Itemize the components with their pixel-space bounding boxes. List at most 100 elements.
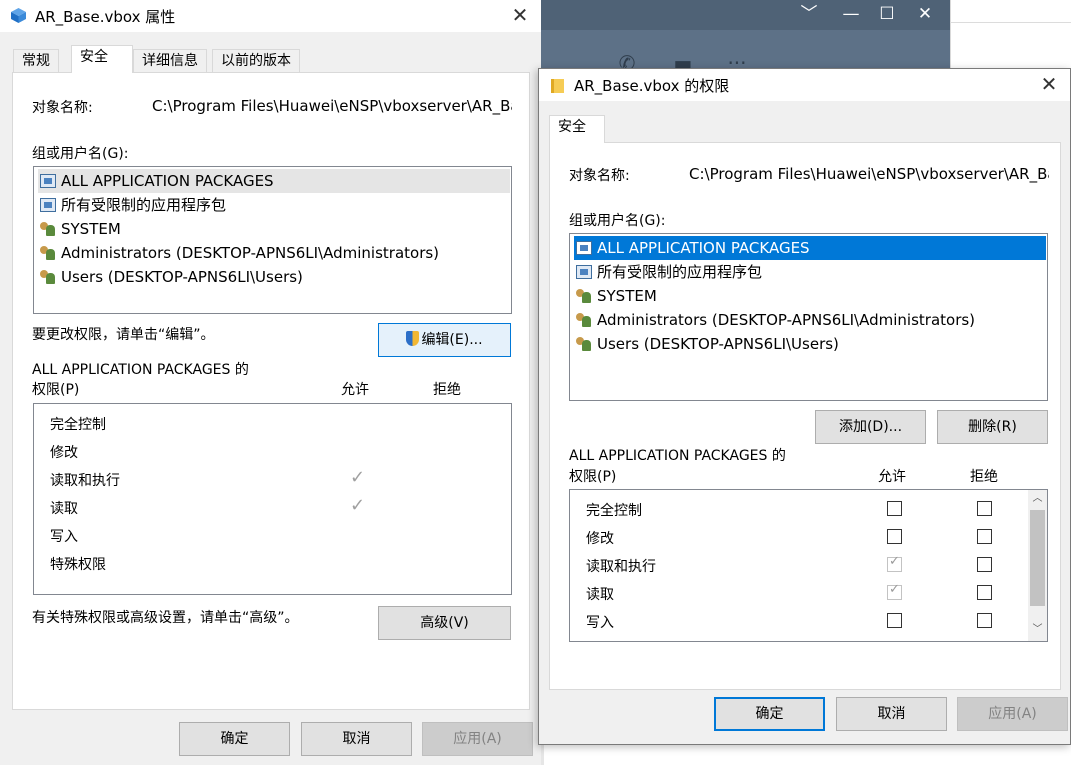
ok-button[interactable]: 确定 <box>179 722 290 756</box>
background-divider <box>950 22 1071 23</box>
permissions-titlebar: AR_Base.vbox 的权限 ✕ <box>539 69 1070 101</box>
list-item[interactable]: Administrators (DESKTOP-APNS6LI\Administ… <box>574 308 1046 332</box>
list-item-label: 所有受限制的应用程序包 <box>597 263 763 281</box>
edit-button-label: 编辑(E)... <box>421 332 483 348</box>
list-item[interactable]: 所有受限制的应用程序包 <box>38 193 510 217</box>
list-item[interactable]: Users (DESKTOP-APNS6LI\Users) <box>574 332 1046 356</box>
list-item-label: Administrators (DESKTOP-APNS6LI\Administ… <box>61 244 440 262</box>
list-item-label: Administrators (DESKTOP-APNS6LI\Administ… <box>597 311 976 329</box>
apply-button[interactable]: 应用(A) <box>957 697 1068 731</box>
tab-previous-versions[interactable]: 以前的版本 <box>212 49 300 73</box>
user-group-icon <box>576 313 592 327</box>
uac-shield-icon <box>406 331 420 346</box>
edit-hint: 要更改权限，请单击“编辑”。 <box>32 327 215 343</box>
list-item-label: SYSTEM <box>61 220 121 238</box>
close-icon[interactable]: ✕ <box>507 2 533 28</box>
permission-name: 写入 <box>50 529 78 545</box>
permission-name: 读取和执行 <box>586 559 656 575</box>
permission-name: 特殊权限 <box>50 557 106 573</box>
close-icon[interactable]: ✕ <box>1036 71 1062 97</box>
package-icon <box>576 265 592 279</box>
object-name-label: 对象名称: <box>32 100 93 116</box>
list-item[interactable]: 所有受限制的应用程序包 <box>574 260 1046 284</box>
list-item[interactable]: SYSTEM <box>38 217 510 241</box>
permissions-window-title: AR_Base.vbox 的权限 <box>574 77 730 95</box>
list-item[interactable]: ALL APPLICATION PACKAGES <box>38 169 510 193</box>
user-group-icon <box>40 222 56 236</box>
allow-header: 允许 <box>878 469 906 485</box>
package-icon <box>40 174 56 188</box>
apply-button[interactable]: 应用(A) <box>422 722 533 756</box>
list-item-selected[interactable]: ALL APPLICATION PACKAGES <box>574 236 1046 260</box>
object-path: C:\Program Files\Huawei\eNSP\vboxserver\… <box>689 165 1049 183</box>
user-group-icon <box>576 337 592 351</box>
permission-list: 完全控制 修改 读取和执行 ✓ 读取 ✓ 写入 特殊权限 <box>33 403 512 595</box>
object-path: C:\Program Files\Huawei\eNSP\vboxserver\… <box>152 97 512 115</box>
deny-checkbox[interactable] <box>977 501 992 516</box>
list-item-label: ALL APPLICATION PACKAGES <box>61 172 274 190</box>
deny-checkbox[interactable] <box>977 613 992 628</box>
permission-name: 写入 <box>586 615 614 631</box>
deny-checkbox[interactable] <box>977 585 992 600</box>
permission-name: 完全控制 <box>50 417 106 433</box>
edit-button[interactable]: 编辑(E)... <box>378 323 511 357</box>
properties-window: AR_Base.vbox 属性 ✕ 常规 安全 详细信息 以前的版本 对象名称:… <box>0 0 541 765</box>
permission-name: 完全控制 <box>586 503 642 519</box>
chevron-down-icon[interactable]: ﹀ <box>790 0 828 30</box>
deny-checkbox[interactable] <box>977 557 992 572</box>
scrollbar-thumb[interactable] <box>1030 510 1045 606</box>
allow-checkbox-checked[interactable] <box>887 582 902 600</box>
list-item-label: 所有受限制的应用程序包 <box>61 196 227 214</box>
list-item-label: Users (DESKTOP-APNS6LI\Users) <box>597 335 839 353</box>
tab-details[interactable]: 详细信息 <box>133 49 207 73</box>
folder-icon <box>551 79 564 93</box>
package-icon <box>576 241 592 255</box>
permission-name: 读取 <box>50 501 78 517</box>
permissions-title: ALL APPLICATION PACKAGES 的 <box>569 448 786 464</box>
allow-checkbox[interactable] <box>887 501 902 516</box>
list-item[interactable]: SYSTEM <box>574 284 1046 308</box>
list-item-label: Users (DESKTOP-APNS6LI\Users) <box>61 268 303 286</box>
scroll-down-icon[interactable]: ﹀ <box>1028 621 1047 639</box>
list-item[interactable]: Administrators (DESKTOP-APNS6LI\Administ… <box>38 241 510 265</box>
scroll-up-icon[interactable]: ︿ <box>1028 490 1047 508</box>
vertical-scrollbar[interactable]: ︿ ﹀ <box>1028 490 1047 641</box>
deny-checkbox[interactable] <box>977 529 992 544</box>
group-list[interactable]: ALL APPLICATION PACKAGES 所有受限制的应用程序包 SYS… <box>569 233 1048 401</box>
background-app-titlebar: ﹀ — ☐ ✕ <box>540 0 950 30</box>
deny-header: 拒绝 <box>433 382 461 398</box>
tab-security[interactable]: 安全 <box>71 45 133 73</box>
advanced-hint: 有关特殊权限或高级设置，请单击“高级”。 <box>32 610 299 626</box>
list-item-label: SYSTEM <box>597 287 657 305</box>
permission-name: 修改 <box>586 531 614 547</box>
permission-name: 读取 <box>586 587 614 603</box>
ok-button[interactable]: 确定 <box>714 697 825 731</box>
security-tab-panel: 对象名称: C:\Program Files\Huawei\eNSP\vboxs… <box>12 72 530 710</box>
permission-name: 修改 <box>50 445 78 461</box>
remove-button[interactable]: 删除(R) <box>937 410 1048 444</box>
group-list[interactable]: ALL APPLICATION PACKAGES 所有受限制的应用程序包 SYS… <box>33 166 512 314</box>
cancel-button[interactable]: 取消 <box>301 722 412 756</box>
advanced-button[interactable]: 高级(V) <box>378 606 511 640</box>
allow-check-icon: ✓ <box>350 495 366 516</box>
allow-checkbox-checked[interactable] <box>887 554 902 572</box>
minimize-icon[interactable]: — <box>832 0 870 30</box>
groups-label: 组或用户名(G): <box>32 146 129 162</box>
cancel-button[interactable]: 取消 <box>836 697 947 731</box>
maximize-icon[interactable]: ☐ <box>868 0 906 30</box>
deny-header: 拒绝 <box>970 469 998 485</box>
permission-list: 完全控制 修改 读取和执行 读取 写入 ︿ ﹀ <box>569 489 1048 642</box>
allow-check-icon: ✓ <box>350 467 366 488</box>
security-panel: 对象名称: C:\Program Files\Huawei\eNSP\vboxs… <box>549 142 1061 690</box>
tab-security[interactable]: 安全 <box>549 115 605 143</box>
permissions-title-line2: 权限(P) <box>569 469 617 485</box>
tab-general[interactable]: 常规 <box>13 49 59 73</box>
allow-checkbox[interactable] <box>887 529 902 544</box>
close-icon[interactable]: ✕ <box>906 0 944 30</box>
user-group-icon <box>576 289 592 303</box>
list-item[interactable]: Users (DESKTOP-APNS6LI\Users) <box>38 265 510 289</box>
allow-checkbox[interactable] <box>887 613 902 628</box>
object-name-label: 对象名称: <box>569 168 630 184</box>
permissions-window: AR_Base.vbox 的权限 ✕ 安全 对象名称: C:\Program F… <box>538 68 1071 745</box>
add-button[interactable]: 添加(D)... <box>815 410 926 444</box>
